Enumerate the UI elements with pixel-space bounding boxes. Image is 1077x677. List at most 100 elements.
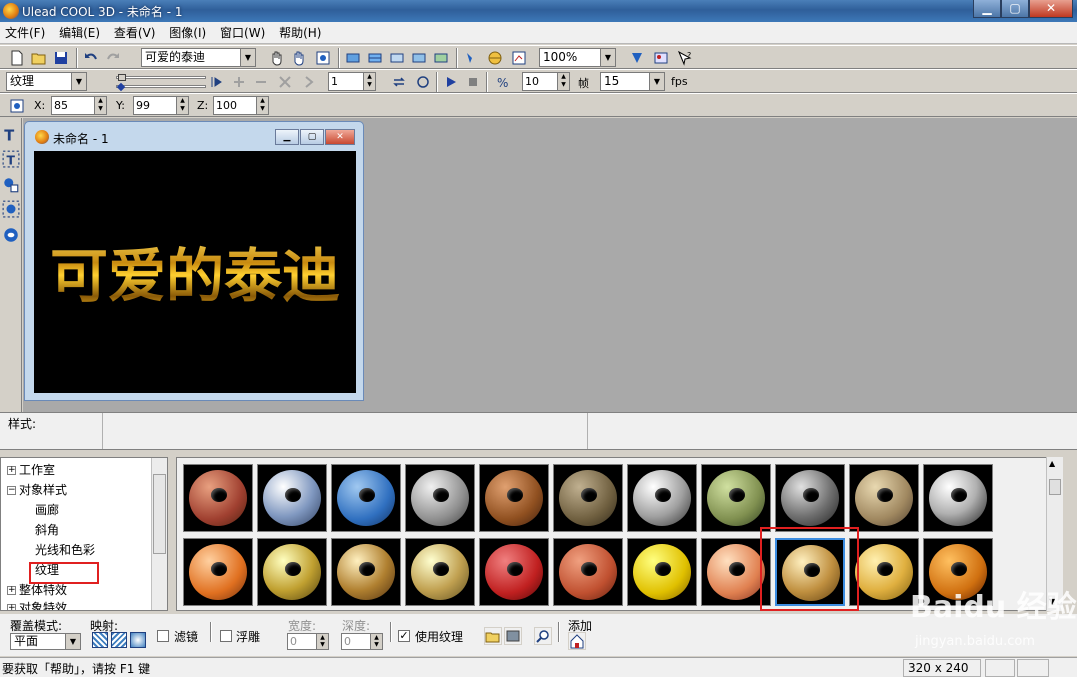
globe-icon[interactable] <box>486 49 504 67</box>
chevron-down-icon[interactable]: ▼ <box>71 72 87 91</box>
doc-minimize-button[interactable]: ▁ <box>275 129 299 145</box>
pingpong-icon[interactable] <box>414 73 432 91</box>
depth-input[interactable]: 0 <box>341 633 371 650</box>
edit-text-icon[interactable]: T <box>2 150 20 168</box>
texture-thumbnail-orange[interactable] <box>183 538 253 606</box>
keyframe-icon[interactable] <box>208 73 226 91</box>
speed-icon[interactable]: % <box>494 73 512 91</box>
view-top-icon[interactable] <box>366 49 384 67</box>
mapping-spherical-icon[interactable] <box>130 632 146 648</box>
texture-thumbnail-granite[interactable] <box>775 464 845 532</box>
stop-icon[interactable] <box>464 73 482 91</box>
speed-spinner[interactable]: ▲ ▼ <box>557 72 570 91</box>
add-to-gallery-icon[interactable] <box>568 632 586 650</box>
texture-thumbnail-golden-wood[interactable] <box>849 538 919 606</box>
texture-thumbnail-grey-brick[interactable] <box>405 464 475 532</box>
canvas-3d-text[interactable]: 可爱的泰迪 <box>34 229 356 313</box>
document-window[interactable]: 未命名 - 1 ▁ ▢ ✕ 可爱的泰迪 <box>24 121 364 401</box>
menu-help[interactable]: 帮助(H) <box>274 22 326 44</box>
frame-input[interactable]: 1 <box>328 72 364 91</box>
texture-thumbnail-wood-plank[interactable] <box>479 464 549 532</box>
load-texture-icon[interactable] <box>484 627 502 645</box>
menu-window[interactable]: 窗口(W) <box>215 22 270 44</box>
x-input[interactable]: 85 <box>51 96 95 115</box>
remove-keyframe-icon[interactable] <box>252 73 270 91</box>
texture-thumbnail-brick[interactable] <box>183 464 253 532</box>
view-back-icon[interactable] <box>410 49 428 67</box>
width-spinner[interactable]: ▲ ▼ <box>316 633 329 650</box>
texture-preview-icon[interactable] <box>504 627 522 645</box>
texture-thumbnail-blue-speckle[interactable] <box>331 464 401 532</box>
insert-text-icon[interactable]: T <box>2 126 20 145</box>
object-select[interactable]: 可爱的泰迪 <box>141 48 241 67</box>
tree-scrollbar[interactable] <box>151 458 167 610</box>
texture-thumbnail-stone[interactable] <box>553 464 623 532</box>
redo-icon[interactable] <box>104 49 122 67</box>
tree-item-object-effects[interactable]: + 对象特效 <box>7 599 67 610</box>
zoom-select[interactable]: 100% <box>539 48 601 67</box>
texture-thumbnail-red-brick[interactable] <box>479 538 549 606</box>
reverse-keyframe-icon[interactable] <box>276 73 294 91</box>
texture-thumbnail-orange-brick[interactable] <box>553 538 623 606</box>
overlay-mode-select[interactable]: 平面 <box>10 633 66 650</box>
doc-maximize-button[interactable]: ▢ <box>300 129 324 145</box>
move-object-icon[interactable] <box>314 49 332 67</box>
chevron-down-icon[interactable]: ▼ <box>65 633 81 650</box>
z-spinner[interactable]: ▲ ▼ <box>256 96 269 115</box>
tree-item-gallery[interactable]: 画廊 <box>35 501 59 519</box>
attribute-select[interactable]: 纹理 <box>6 72 72 91</box>
view-side-icon[interactable] <box>388 49 406 67</box>
frames-select[interactable]: 15 <box>600 72 650 91</box>
close-button[interactable]: ✕ <box>1029 0 1073 18</box>
effects-icon[interactable] <box>628 49 646 67</box>
gallery-icon[interactable] <box>652 49 670 67</box>
tree-item-studio[interactable]: + 工作室 <box>7 461 55 479</box>
light-icon[interactable] <box>462 49 480 67</box>
texture-thumbnail-marble[interactable] <box>627 464 697 532</box>
undo-icon[interactable] <box>82 49 100 67</box>
tree-item-object-style[interactable]: − 对象样式 <box>7 481 67 499</box>
context-help-icon[interactable]: ? <box>676 49 694 67</box>
canvas[interactable]: 可爱的泰迪 <box>34 151 356 393</box>
chevron-down-icon[interactable]: ▼ <box>240 48 256 67</box>
filter-checkbox[interactable] <box>157 630 169 642</box>
texture-thumbnail-brass[interactable] <box>405 538 475 606</box>
position-icon[interactable] <box>8 97 26 115</box>
y-input[interactable]: 99 <box>133 96 177 115</box>
next-icon[interactable] <box>300 73 318 91</box>
add-keyframe-icon[interactable] <box>230 73 248 91</box>
tree-item-bevel[interactable]: 斜角 <box>35 521 59 539</box>
mapping-planar-icon[interactable] <box>92 632 108 648</box>
loop-icon[interactable] <box>390 73 408 91</box>
frame-spinner[interactable]: ▲ ▼ <box>363 72 376 91</box>
chevron-down-icon[interactable]: ▼ <box>649 72 665 91</box>
chevron-down-icon[interactable]: ▼ <box>600 48 616 67</box>
texture-thumbnail-sand[interactable] <box>849 464 919 532</box>
texture-thumbnail-chrome[interactable] <box>923 464 993 532</box>
view-front-icon[interactable] <box>344 49 362 67</box>
menu-file[interactable]: 文件(F) <box>0 22 50 44</box>
tree-item-light-color[interactable]: 光线和色彩 <box>35 541 95 559</box>
open-folder-icon[interactable] <box>30 49 48 67</box>
hand-icon[interactable] <box>268 49 286 67</box>
texture-thumbnail-gold[interactable] <box>257 538 327 606</box>
play-icon[interactable] <box>442 73 460 91</box>
new-file-icon[interactable] <box>8 49 26 67</box>
depth-spinner[interactable]: ▲ ▼ <box>370 633 383 650</box>
mapping-cylindrical-icon[interactable] <box>111 632 127 648</box>
rotate-hand-icon[interactable] <box>290 49 308 67</box>
zoom-texture-icon[interactable] <box>534 627 552 645</box>
minimize-button[interactable]: ▁ <box>973 0 1001 18</box>
speed-input[interactable]: 10 <box>522 72 558 91</box>
edit-graphic-icon[interactable] <box>2 200 20 218</box>
view-bottom-icon[interactable] <box>432 49 450 67</box>
timeline-slider[interactable] <box>100 74 210 92</box>
y-spinner[interactable]: ▲ ▼ <box>176 96 189 115</box>
geometric-shape-icon[interactable] <box>2 226 20 244</box>
maximize-button[interactable]: ▢ <box>1001 0 1029 18</box>
menu-view[interactable]: 查看(V) <box>109 22 161 44</box>
texture-thumbnail-blue-pattern[interactable] <box>257 464 327 532</box>
texture-thumbnail-yellow[interactable] <box>627 538 697 606</box>
z-input[interactable]: 100 <box>213 96 257 115</box>
emboss-checkbox[interactable] <box>220 630 232 642</box>
